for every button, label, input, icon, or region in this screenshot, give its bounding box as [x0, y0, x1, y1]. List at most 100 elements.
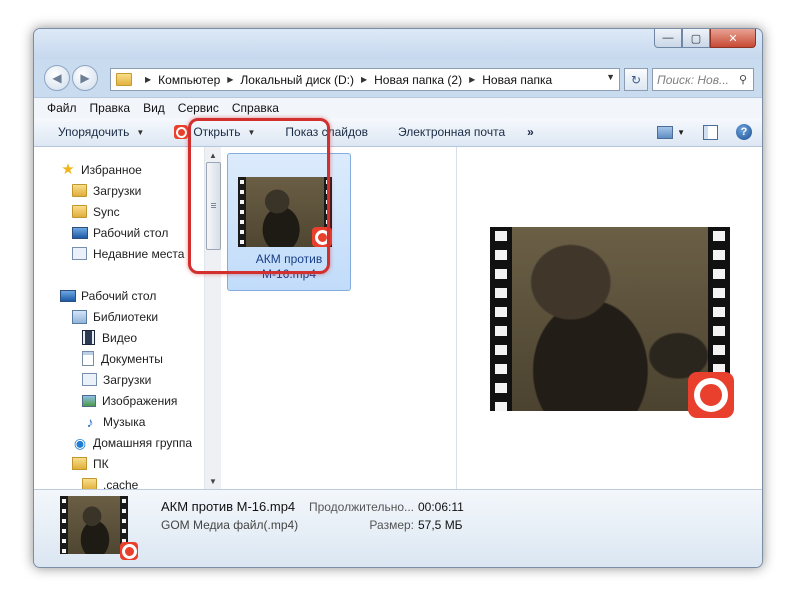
- scroll-up-icon[interactable]: ▲: [205, 147, 221, 163]
- refresh-icon: ↻: [630, 72, 642, 87]
- details-thumbnail: [60, 496, 138, 560]
- nav-downloads[interactable]: Загрузки: [72, 180, 141, 201]
- music-note-icon: ♪: [86, 413, 94, 430]
- nav-desktop-fav[interactable]: Рабочий стол: [72, 222, 168, 243]
- nav-label: Домашняя группа: [93, 435, 193, 450]
- menu-edit[interactable]: Правка: [90, 101, 131, 115]
- close-button[interactable]: ✕: [710, 29, 756, 48]
- forward-arrow-icon: ▶: [80, 71, 90, 85]
- nav-label: Рабочий стол: [81, 288, 157, 303]
- nav-documents[interactable]: Документы: [82, 348, 163, 369]
- slideshow-label: Показ слайдов: [285, 125, 369, 139]
- back-arrow-icon: ◀: [52, 71, 62, 85]
- chevron-down-icon: ▼: [136, 127, 145, 137]
- more-commands-button[interactable]: »: [527, 125, 534, 139]
- size-value: 57,5 МБ: [418, 518, 463, 532]
- crumb-new-folder-2[interactable]: Новая папка (2): [374, 73, 462, 87]
- images-icon: [82, 394, 96, 407]
- gom-player-icon: [174, 125, 189, 139]
- duration-value[interactable]: 00:06:11: [418, 500, 464, 514]
- slideshow-button[interactable]: Показ слайдов: [285, 125, 368, 139]
- grip-icon: [211, 203, 216, 209]
- nav-homegroup[interactable]: ◉ Домашняя группа: [72, 432, 192, 453]
- minimize-button[interactable]: —: [654, 29, 682, 48]
- maximize-button[interactable]: ▢: [682, 29, 710, 48]
- nav-scrollbar[interactable]: ▲ ▼: [204, 147, 221, 489]
- toolbar-right: ▼ ?: [657, 118, 762, 146]
- nav-libraries[interactable]: Библиотеки: [72, 306, 158, 327]
- back-button[interactable]: ◀: [44, 65, 70, 91]
- organize-label: Упорядочить: [58, 125, 130, 139]
- nav-label: Музыка: [103, 414, 146, 429]
- refresh-button[interactable]: ↻: [624, 68, 648, 91]
- menu-file[interactable]: Файл: [47, 101, 77, 115]
- navigation-bar: ◀ ▶ ▶ Компьютер ▶ Локальный диск (D:) ▶ …: [34, 59, 762, 97]
- homegroup-icon: ◉: [73, 434, 87, 451]
- nav-label: Sync: [93, 204, 120, 219]
- file-name-line2: М-16.mp4: [261, 267, 317, 281]
- nav-recent-places[interactable]: Недавние места: [72, 243, 184, 264]
- nav-label: Видео: [102, 330, 138, 345]
- nav-label: Документы: [101, 351, 163, 366]
- crumb-local-disk[interactable]: Локальный диск (D:): [240, 73, 354, 87]
- chevron-right-icon[interactable]: ▶: [469, 75, 475, 84]
- menu-help[interactable]: Справка: [232, 101, 279, 115]
- gom-player-icon: [120, 542, 138, 560]
- film-strip-icon: [490, 227, 512, 411]
- gom-player-icon: [312, 227, 332, 247]
- title-bar: — ▢ ✕: [34, 29, 762, 59]
- desktop-icon: [60, 289, 76, 302]
- documents-icon: [82, 351, 94, 366]
- scroll-thumb[interactable]: [206, 162, 221, 250]
- chevron-right-icon[interactable]: ▶: [361, 75, 367, 84]
- preview-thumbnail: [490, 227, 734, 418]
- downloads-library-icon: [82, 373, 97, 386]
- file-item-video[interactable]: АКМ против М-16.mp4: [227, 153, 351, 291]
- email-label: Электронная почта: [398, 125, 506, 139]
- help-icon[interactable]: ?: [736, 124, 752, 140]
- chevron-down-icon[interactable]: ▼: [677, 128, 685, 137]
- nav-label: Библиотеки: [93, 309, 159, 324]
- navigation-pane: ★ Избранное Загрузки Sync Рабочий стол Н…: [34, 147, 221, 492]
- nav-label: Изображения: [102, 393, 178, 408]
- menu-tools[interactable]: Сервис: [178, 101, 219, 115]
- user-folder-icon: [72, 457, 87, 470]
- content-area: ★ Избранное Загрузки Sync Рабочий стол Н…: [34, 147, 762, 492]
- nav-desktop[interactable]: Рабочий стол: [60, 285, 156, 306]
- organize-button[interactable]: Упорядочить ▼: [58, 125, 144, 139]
- open-button[interactable]: Открыть ▼: [174, 125, 255, 139]
- forward-button[interactable]: ▶: [72, 65, 98, 91]
- nav-label: ПК: [93, 456, 109, 471]
- preview-pane-icon[interactable]: [703, 124, 718, 140]
- crumb-computer[interactable]: Компьютер: [158, 73, 220, 87]
- menu-view[interactable]: Вид: [143, 101, 165, 115]
- address-bar[interactable]: ▶ Компьютер ▶ Локальный диск (D:) ▶ Нова…: [110, 68, 620, 91]
- nav-lib-downloads[interactable]: Загрузки: [82, 369, 151, 390]
- command-bar: Упорядочить ▼ Открыть ▼ Показ слайдов Эл…: [34, 118, 762, 147]
- change-view-icon[interactable]: [657, 125, 674, 139]
- search-input[interactable]: Поиск: Нов...: [653, 73, 739, 87]
- nav-pc[interactable]: ПК: [72, 453, 109, 474]
- chevron-down-icon: ▼: [247, 127, 256, 137]
- search-icon[interactable]: ⚲: [739, 73, 753, 86]
- chevron-right-icon[interactable]: ▶: [227, 75, 233, 84]
- scroll-down-icon[interactable]: ▼: [205, 473, 221, 489]
- video-frame-image: [68, 496, 128, 554]
- more-label: »: [527, 125, 534, 139]
- nav-images[interactable]: Изображения: [82, 390, 177, 411]
- gom-player-icon: [688, 372, 734, 418]
- breadcrumb: ▶ Компьютер ▶ Локальный диск (D:) ▶ Нова…: [138, 73, 552, 87]
- address-dropdown-icon[interactable]: ▼: [606, 72, 615, 82]
- nav-label: Недавние места: [93, 246, 185, 261]
- search-box[interactable]: Поиск: Нов... ⚲: [652, 68, 754, 91]
- video-thumbnail: [238, 177, 332, 247]
- crumb-new-folder[interactable]: Новая папка: [482, 73, 552, 87]
- nav-music[interactable]: ♪ Музыка: [82, 411, 146, 432]
- nav-favorites[interactable]: ★ Избранное: [60, 159, 142, 180]
- email-button[interactable]: Электронная почта: [398, 125, 505, 139]
- nav-sync[interactable]: Sync: [72, 201, 120, 222]
- details-pane: АКМ против М-16.mp4 GOM Медиа файл(.mp4)…: [34, 489, 762, 567]
- nav-video[interactable]: Видео: [82, 327, 137, 348]
- folder-icon: [72, 184, 87, 197]
- film-strip-icon: [238, 177, 246, 247]
